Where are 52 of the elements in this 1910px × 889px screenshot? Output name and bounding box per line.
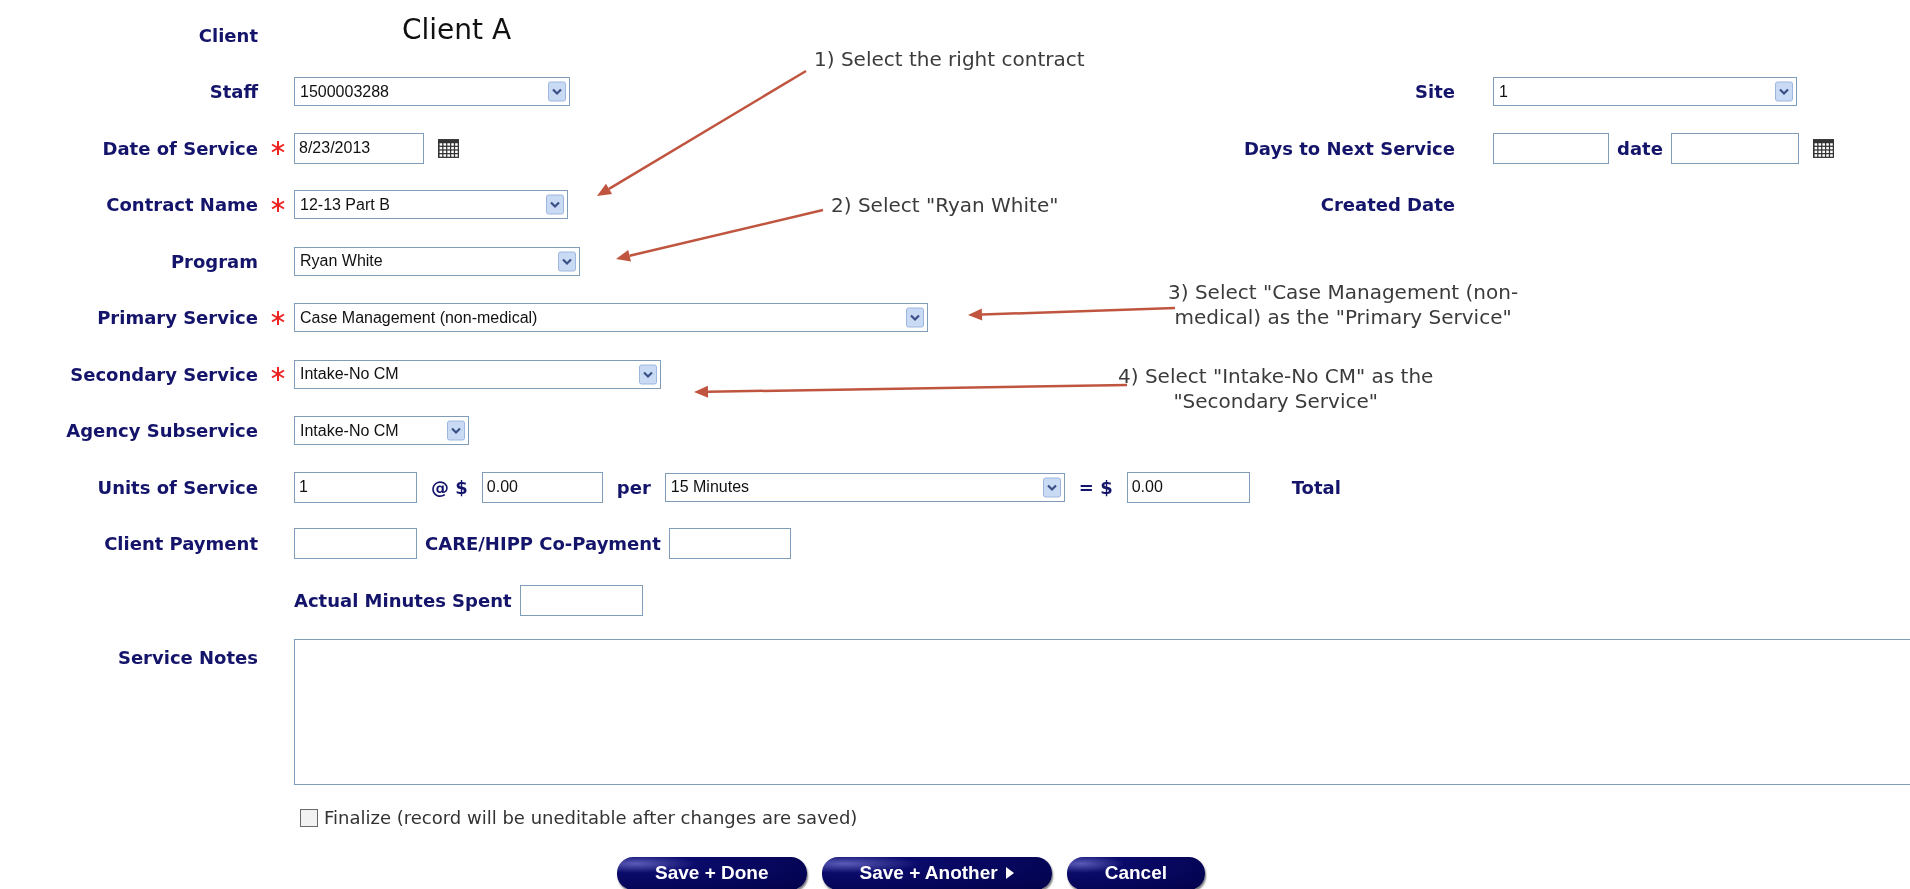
dropdown[interactable]: 12-13 Part B — [294, 190, 568, 220]
input-field[interactable] — [294, 528, 417, 560]
notes-field[interactable] — [294, 638, 1910, 785]
field-label: Created Date — [1320, 194, 1455, 216]
field-label: Contract Name — [106, 194, 258, 216]
field-label: Staff — [209, 81, 258, 103]
input-field[interactable]: 1 — [294, 471, 417, 503]
field-label: Secondary Service — [70, 363, 258, 385]
field-label: Date of Service — [102, 137, 258, 159]
dropdown[interactable]: 1 — [1493, 77, 1797, 107]
field-label: = $ — [1078, 476, 1113, 498]
field-label: Client — [198, 24, 258, 46]
input-field[interactable]: 0.00 — [481, 471, 603, 503]
input-field[interactable] — [519, 584, 643, 616]
calendar-icon[interactable] — [1812, 138, 1834, 158]
field-label: Site — [1415, 81, 1455, 103]
calendar-icon[interactable] — [438, 138, 459, 158]
action-button[interactable]: Save + Another — [821, 856, 1052, 889]
dropdown[interactable]: 15 Minutes — [664, 472, 1065, 502]
input-field[interactable] — [1670, 132, 1799, 164]
field-label: Units of Service — [97, 476, 258, 498]
field-label: per — [616, 476, 651, 498]
annotation-text: 3) Select "Case Management (non- medical) as the "Primary Service" — [1168, 280, 1519, 330]
field-label: Actual Minutes Spent — [294, 589, 512, 611]
checkbox[interactable] — [300, 808, 318, 827]
input-field[interactable]: 8/23/2013 — [294, 132, 424, 164]
field-label: Client Payment — [104, 533, 258, 555]
field-label: Program — [170, 250, 258, 272]
dropdown[interactable]: Intake-No CM — [294, 416, 469, 446]
play-triangle-icon — [1005, 867, 1014, 879]
dropdown[interactable]: Ryan White — [294, 246, 580, 276]
annotation-text: 1) Select the right contract — [814, 47, 1085, 72]
field-label: Agency Subservice — [66, 420, 258, 442]
dropdown[interactable]: 1500003288 — [294, 77, 570, 107]
field-label: Primary Service — [97, 307, 258, 329]
dropdown[interactable]: Intake-No CM — [294, 359, 661, 389]
field-label: date — [1617, 137, 1663, 159]
field-label: Total — [1291, 476, 1341, 498]
field-label: Service Notes — [117, 646, 258, 668]
annotation-text: 2) Select "Ryan White" — [831, 193, 1059, 218]
input-field[interactable] — [668, 528, 791, 560]
annotation-text: 4) Select "Intake-No CM" as the "Secondary Service" — [1118, 364, 1434, 414]
input-field[interactable] — [1493, 132, 1609, 164]
dropdown[interactable]: Case Management (non-medical) — [294, 303, 928, 333]
checkbox-label: Finalize (record will be uneditable after changes are saved) — [324, 807, 858, 828]
action-button[interactable]: Cancel — [1066, 856, 1205, 889]
field-label: @ $ — [431, 476, 468, 498]
action-button[interactable]: Save + Done — [617, 856, 807, 889]
client-name: Client A — [402, 12, 512, 46]
input-field[interactable]: 0.00 — [1126, 471, 1250, 503]
field-label: Days to Next Service — [1243, 137, 1455, 159]
field-label: CARE/HIPP Co-Payment — [425, 533, 661, 555]
